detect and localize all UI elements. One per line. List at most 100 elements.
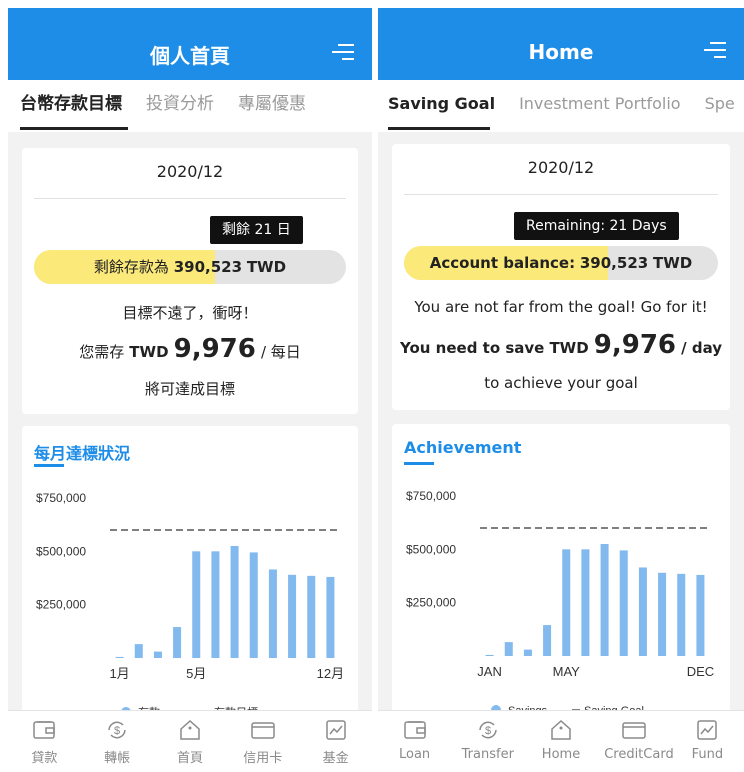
y-tick-label: $250,000	[36, 598, 86, 612]
x-tick-label: 12月	[317, 666, 344, 681]
bar[interactable]	[173, 627, 182, 658]
remaining-days-tooltip: Remaining: 21 Days	[514, 212, 679, 240]
bar[interactable]	[268, 569, 277, 658]
bar[interactable]	[562, 549, 571, 656]
bar[interactable]	[230, 546, 239, 658]
bar[interactable]	[211, 551, 220, 658]
save-amount: 9,976	[593, 330, 677, 360]
save-currency: TWD	[549, 339, 589, 357]
credit-card-icon	[604, 717, 664, 743]
bar[interactable]	[696, 574, 705, 656]
x-tick-label: JAN	[477, 664, 502, 679]
y-tick-label: $250,000	[406, 596, 456, 610]
nav-item-4[interactable]: 信用卡	[233, 717, 293, 766]
achievement-chart-card: 每月達標狀況 $750,000$500,000$250,0001月5月12月存款…	[22, 426, 358, 726]
goal-closing-text: to achieve your goal	[484, 374, 638, 392]
divider	[404, 194, 718, 195]
nav-item-3[interactable]: 首頁	[160, 717, 220, 766]
screen-english: Home Saving Goal Investment Portfolio Spe …	[378, 8, 744, 772]
active-tab-underline	[20, 127, 128, 130]
app-header: 個人首頁	[8, 8, 372, 80]
nav-item-1[interactable]: Loan	[385, 717, 445, 762]
progress-label: 剩餘存款為	[93, 258, 169, 276]
bar[interactable]	[288, 574, 297, 658]
y-tick-label: $750,000	[406, 489, 456, 503]
menu-icon[interactable]	[704, 42, 726, 62]
bar[interactable]	[134, 644, 143, 658]
bar[interactable]	[115, 656, 124, 658]
nav-item-5[interactable]: 基金	[306, 717, 366, 766]
save-prefix: 您需存	[79, 343, 125, 361]
progress-bar: Account balance: 390,523 TWD	[404, 246, 718, 280]
goal-date: 2020/12	[156, 162, 224, 181]
tab-saving-goal[interactable]: Saving Goal	[378, 80, 507, 128]
bar[interactable]	[600, 544, 609, 656]
encouragement-text: You are not far from the goal! Go for it…	[414, 298, 708, 316]
svg-text:$: $	[485, 725, 491, 737]
progress-bar: 剩餘存款為 390,523 TWD	[34, 250, 346, 284]
bar[interactable]	[581, 549, 590, 656]
progress-amount: 390,523	[173, 258, 243, 276]
page-title: Home	[528, 40, 594, 64]
screen-chinese: 個人首頁 台幣存款目標 投資分析 專屬優惠 2020/12 剩餘 21 日 剩餘存款…	[8, 8, 372, 772]
nav-item-label: 貸款	[31, 751, 58, 766]
nav-item-2[interactable]: $ Transfer	[458, 717, 518, 762]
nav-item-label: 首頁	[176, 751, 203, 766]
nav-item-label: 信用卡	[243, 751, 283, 766]
page-title: 個人首頁	[150, 44, 230, 68]
nav-item-2[interactable]: $ 轉帳	[87, 717, 147, 766]
app-comparison: 個人首頁 台幣存款目標 投資分析 專屬優惠 2020/12 剩餘 21 日 剩餘存款…	[0, 0, 744, 772]
bottom-nav: Loan $ Transfer Home CreditCard Fund	[378, 710, 744, 772]
credit-card-icon	[233, 717, 293, 743]
monthly-bar-chart: $750,000$500,000$250,000JANMAYDECSavings…	[406, 489, 714, 717]
bar[interactable]	[543, 625, 552, 656]
menu-icon[interactable]	[332, 44, 354, 64]
daily-saving-text: You need to save TWD 9,976 / day	[392, 330, 730, 360]
bar[interactable]	[249, 552, 258, 658]
bar[interactable]	[638, 567, 647, 656]
nav-item-label: CreditCard	[604, 747, 674, 762]
home-icon	[531, 717, 591, 743]
progress-text: Account balance: 390,523 TWD	[404, 246, 718, 280]
goal-date: 2020/12	[527, 158, 595, 177]
remaining-days-tooltip: 剩餘 21 日	[210, 216, 303, 244]
nav-item-3[interactable]: Home	[531, 717, 591, 762]
save-prefix: You need to save	[399, 339, 545, 357]
tab-offers[interactable]: 專屬優惠	[226, 80, 318, 128]
tab-deposit-goal[interactable]: 台幣存款目標	[8, 80, 134, 128]
bar[interactable]	[192, 551, 201, 658]
nav-item-label: 轉帳	[104, 751, 131, 766]
nav-item-label: Loan	[399, 747, 431, 762]
svg-text:$: $	[114, 725, 120, 737]
save-suffix: / 每日	[260, 343, 301, 361]
tab-investment-portfolio[interactable]: Investment Portfolio	[507, 80, 693, 128]
bar[interactable]	[658, 572, 667, 656]
bar[interactable]	[153, 651, 162, 658]
bar[interactable]	[485, 654, 494, 656]
goal-card: 2020/12 Remaining: 21 Days Account balan…	[392, 144, 730, 410]
goal-card: 2020/12 剩餘 21 日 剩餘存款為 390,523 TWD 目標不遠了，…	[22, 148, 358, 414]
progress-amount: 390,523	[579, 254, 649, 272]
x-tick-label: 1月	[109, 666, 129, 681]
fund-chart-icon	[306, 717, 366, 743]
bar[interactable]	[619, 550, 628, 656]
wallet-icon	[14, 717, 74, 743]
nav-item-4[interactable]: CreditCard	[604, 717, 674, 762]
bar[interactable]	[504, 642, 513, 656]
y-tick-label: $750,000	[36, 491, 86, 505]
x-tick-label: DEC	[687, 664, 714, 679]
tab-bar: 台幣存款目標 投資分析 專屬優惠	[8, 80, 372, 132]
tab-special[interactable]: Spe	[693, 80, 744, 128]
nav-item-5[interactable]: Fund	[677, 717, 737, 762]
bar[interactable]	[523, 649, 532, 656]
nav-item-1[interactable]: 貸款	[14, 717, 74, 766]
tab-investment[interactable]: 投資分析	[134, 80, 226, 128]
x-tick-label: MAY	[553, 664, 581, 679]
bar[interactable]	[677, 573, 686, 656]
nav-item-label: Fund	[691, 747, 724, 762]
bar[interactable]	[326, 576, 335, 658]
tab-bar: Saving Goal Investment Portfolio Spe	[378, 80, 744, 132]
save-amount: 9,976	[173, 334, 256, 364]
achievement-chart-card: Achievement $750,000 $500,000 $250,000 JAN M…	[392, 424, 730, 724]
bar[interactable]	[307, 575, 316, 658]
